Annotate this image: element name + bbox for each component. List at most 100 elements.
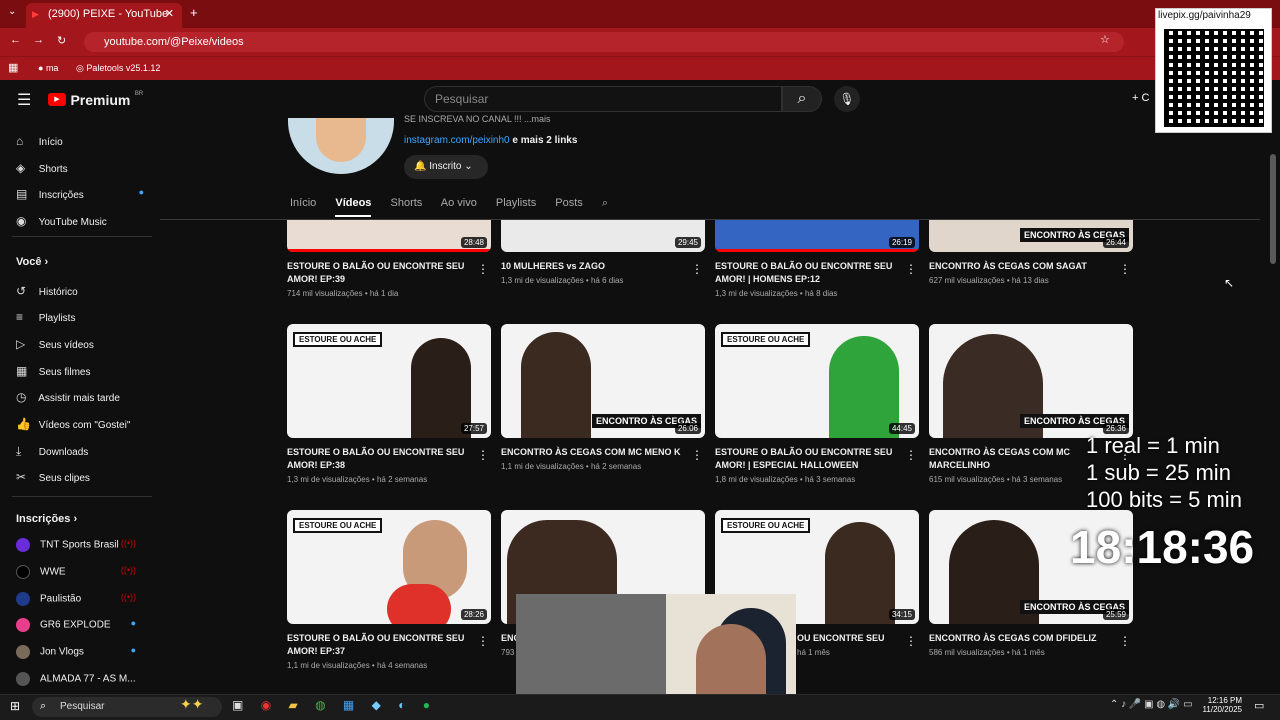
- avatar-face: [316, 118, 366, 162]
- more-options-icon[interactable]: ⋮: [691, 262, 703, 276]
- youtube-favicon-icon: ▶: [32, 9, 39, 19]
- thumbnail-person: [521, 332, 591, 438]
- search-input[interactable]: Pesquisar: [424, 86, 782, 112]
- stream-timer: 18:18:36: [1070, 521, 1255, 573]
- close-tab-icon[interactable]: ✕: [165, 3, 174, 25]
- video-thumbnail[interactable]: 29:45: [501, 220, 705, 252]
- more-options-icon[interactable]: ⋮: [691, 448, 703, 462]
- video-title[interactable]: ENCONTRO ÀS CEGAS COM MC MENO K: [501, 446, 685, 459]
- tab-list-icon[interactable]: ⌄: [8, 6, 16, 17]
- youtube-logo[interactable]: ▶ Premium BR: [48, 91, 143, 109]
- channel-description[interactable]: SE INSCREVA NO CANAL !!! ...mais: [404, 114, 551, 124]
- video-title[interactable]: ESTOURE O BALÃO OU ENCONTRE SEU AMOR! EP…: [287, 632, 471, 658]
- search-button[interactable]: ⌕: [782, 86, 822, 112]
- video-card[interactable]: ESTOURE OU ACHE 28:26 ESTOURE O BALÃO OU …: [287, 510, 491, 670]
- video-card[interactable]: ESTOURE OU ACHE 44:45 ESTOURE O BALÃO OU …: [715, 324, 919, 484]
- video-card[interactable]: 26:19 ESTOURE O BALÃO OU ENCONTRE SEU AM…: [715, 220, 919, 298]
- more-options-icon[interactable]: ⋮: [905, 262, 917, 276]
- sidebar-item-inicio[interactable]: ⌂ Início: [16, 134, 63, 148]
- video-card[interactable]: ENCONTRO ÀS CEGAS 26:44 ENCONTRO ÀS CEGAS…: [929, 220, 1133, 285]
- notification-icon[interactable]: ▭: [1254, 699, 1264, 712]
- create-button[interactable]: + C: [1132, 92, 1149, 104]
- tab-shorts[interactable]: Shorts: [391, 197, 423, 209]
- sidebar-item-inscricoes[interactable]: ▤ Inscrições ●: [16, 187, 144, 201]
- tab-inicio[interactable]: Início: [290, 197, 316, 209]
- spotify-icon[interactable]: ●: [423, 698, 430, 712]
- channel-search-icon[interactable]: ⌕: [602, 197, 608, 209]
- new-tab-icon[interactable]: +: [190, 5, 198, 20]
- video-meta: 714 mil visualizações • há 1 dia: [287, 289, 399, 298]
- tab-ao-vivo[interactable]: Ao vivo: [441, 197, 477, 209]
- app-icon[interactable]: ◉: [261, 698, 271, 712]
- more-options-icon[interactable]: ⋮: [1119, 262, 1131, 276]
- channel-link[interactable]: instagram.com/peixinh0: [404, 135, 510, 146]
- store-icon[interactable]: ▦: [343, 698, 354, 712]
- video-card[interactable]: ENCONTRO ÀS CEGAS 26:06 ENCONTRO ÀS CEGAS…: [501, 324, 705, 471]
- apps-grid-icon[interactable]: ▦: [8, 57, 18, 79]
- thumbnail-banner: ESTOURE OU ACHE: [721, 332, 811, 347]
- video-title[interactable]: ENCONTRO ÀS CEGAS COM DFIDELIZ: [929, 632, 1113, 645]
- video-thumbnail[interactable]: ENCONTRO ÀS CEGAS 26:06: [501, 324, 705, 438]
- more-options-icon[interactable]: ⋮: [477, 448, 489, 462]
- channel-links: instagram.com/peixinh0 e mais 2 links: [404, 135, 577, 146]
- channel-avatar[interactable]: [288, 118, 394, 174]
- video-title[interactable]: ESTOURE O BALÃO OU ENCONTRE SEU AMOR! EP…: [287, 446, 471, 472]
- video-title[interactable]: ESTOURE O BALÃO OU ENCONTRE SEU AMOR! | …: [715, 446, 899, 472]
- subscribed-button[interactable]: 🔔 Inscrito ⌄: [404, 155, 488, 179]
- video-duration: 27:57: [460, 423, 487, 434]
- more-options-icon[interactable]: ⋮: [905, 448, 917, 462]
- bookmark-whatsapp[interactable]: ● ma: [38, 57, 58, 79]
- sparkle-icon: ✦✦: [180, 696, 204, 712]
- video-thumbnail[interactable]: ENCONTRO ÀS CEGAS 26:44: [929, 220, 1133, 252]
- home-icon: ⌂: [16, 134, 24, 148]
- url-field[interactable]: youtube.com/@Peixe/videos: [84, 32, 1124, 52]
- video-duration: 25:59: [1102, 609, 1129, 620]
- new-content-dot: ●: [138, 187, 144, 197]
- scrollbar-thumb[interactable]: [1270, 154, 1276, 264]
- more-options-icon[interactable]: ⋮: [905, 634, 917, 648]
- video-title[interactable]: 10 MULHERES vs ZAGO: [501, 260, 685, 273]
- back-icon[interactable]: ←: [10, 34, 21, 46]
- video-thumbnail[interactable]: 26:19: [715, 220, 919, 252]
- video-thumbnail[interactable]: ESTOURE OU ACHE 44:45: [715, 324, 919, 438]
- browser-tab[interactable]: ▶ (2900) PEIXE - YouTube ✕: [26, 3, 182, 28]
- video-thumbnail[interactable]: ENCONTRO ÀS CEGAS 26:36: [929, 324, 1133, 438]
- windows-start-icon[interactable]: ⊞: [10, 699, 20, 713]
- bookmark-star-icon[interactable]: ☆: [1100, 33, 1110, 46]
- reload-icon[interactable]: ↻: [57, 34, 66, 47]
- bookmark-paletools[interactable]: ◎ Paletools v25.1.12: [76, 57, 160, 79]
- video-title[interactable]: ESTOURE O BALÃO OU ENCONTRE SEU AMOR! | …: [715, 260, 899, 286]
- watch-progress: [287, 249, 491, 252]
- chrome-icon[interactable]: ◍: [315, 698, 325, 712]
- more-options-icon[interactable]: ⋮: [477, 634, 489, 648]
- tab-playlists[interactable]: Playlists: [496, 197, 536, 209]
- tab-videos[interactable]: Vídeos: [335, 197, 372, 217]
- forward-icon[interactable]: →: [33, 34, 44, 46]
- video-card[interactable]: 28:48 ESTOURE O BALÃO OU ENCONTRE SEU AM…: [287, 220, 491, 298]
- folder-icon[interactable]: ▰: [289, 698, 298, 712]
- more-options-icon[interactable]: ⋮: [1119, 634, 1131, 648]
- system-tray[interactable]: ⌃ ♪ 🎤 ▣ ◍ 🔊 ▭: [1110, 699, 1193, 710]
- chevron-down-icon: ⌄: [464, 161, 473, 172]
- video-thumbnail[interactable]: ESTOURE OU ACHE 28:26: [287, 510, 491, 624]
- app-icon[interactable]: ◆: [372, 698, 381, 712]
- video-card[interactable]: 29:45 10 MULHERES vs ZAGO 1,3 mi de visu…: [501, 220, 705, 285]
- video-duration: 28:26: [460, 609, 487, 620]
- video-thumbnail[interactable]: 28:48: [287, 220, 491, 252]
- thumbnail-banner: ESTOURE OU ACHE: [293, 518, 383, 533]
- tab-posts[interactable]: Posts: [555, 197, 583, 209]
- clock-date: 11/20/2025: [1202, 705, 1242, 714]
- edge-icon[interactable]: ◐: [398, 698, 405, 712]
- more-options-icon[interactable]: ⋮: [477, 262, 489, 276]
- taskbar-clock[interactable]: 12:16 PM 11/20/2025: [1196, 696, 1242, 714]
- menu-icon[interactable]: ☰: [17, 90, 31, 110]
- sidebar-item-shorts[interactable]: ◈ Shorts: [16, 161, 68, 175]
- task-view-icon[interactable]: ▣: [232, 698, 243, 712]
- mic-icon[interactable]: 🎙: [834, 86, 860, 112]
- more-links[interactable]: e mais 2 links: [512, 135, 577, 146]
- video-meta: 1,8 mi de visualizações • há 3 semanas: [715, 475, 856, 484]
- video-title[interactable]: ESTOURE O BALÃO OU ENCONTRE SEU AMOR! EP…: [287, 260, 471, 286]
- video-title[interactable]: ENCONTRO ÀS CEGAS COM SAGAT: [929, 260, 1113, 273]
- video-thumbnail[interactable]: ESTOURE OU ACHE 27:57: [287, 324, 491, 438]
- video-card[interactable]: ESTOURE OU ACHE 27:57 ESTOURE O BALÃO OU …: [287, 324, 491, 484]
